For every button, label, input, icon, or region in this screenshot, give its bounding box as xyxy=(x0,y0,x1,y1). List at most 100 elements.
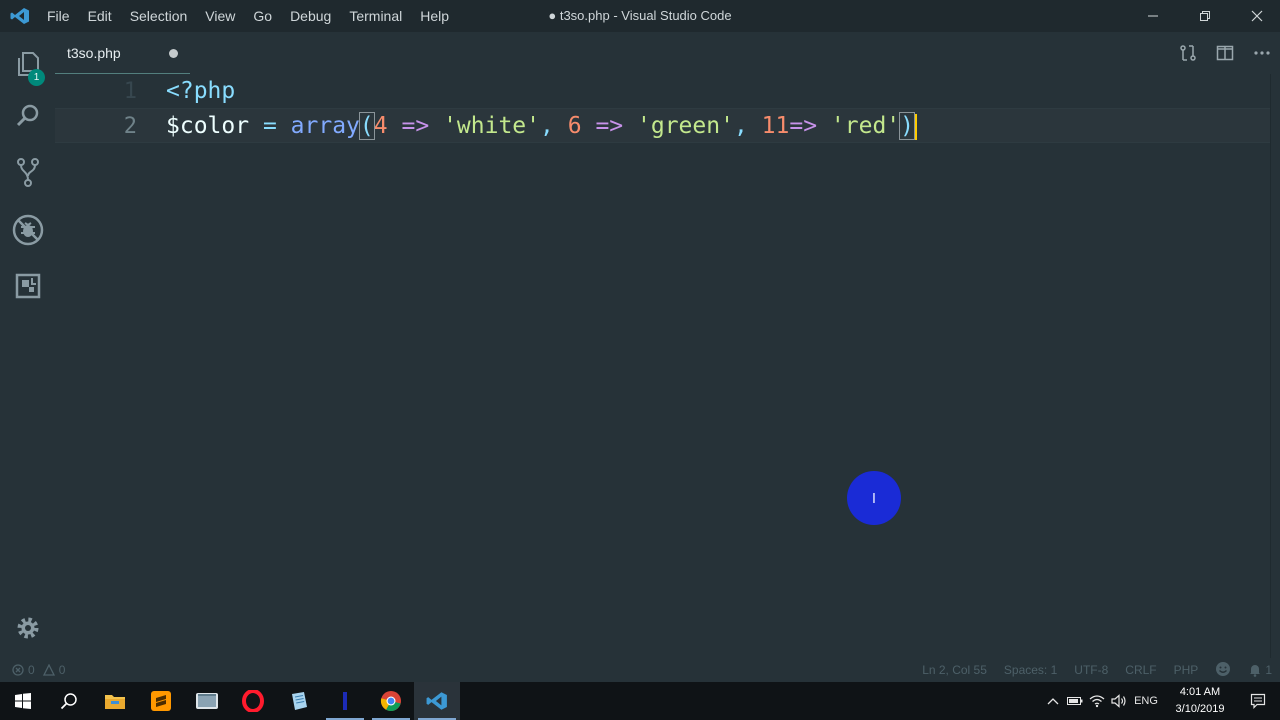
menu-bar: File Edit Selection View Go Debug Termin… xyxy=(38,0,458,32)
token-operator: = xyxy=(262,113,277,139)
encoding[interactable]: UTF-8 xyxy=(1074,663,1108,677)
menu-terminal[interactable]: Terminal xyxy=(340,0,411,32)
tab-bar: t3so.php xyxy=(55,32,1280,74)
editor-scrollbar[interactable] xyxy=(1270,74,1280,658)
explorer-badge: 1 xyxy=(28,69,45,86)
activity-explorer[interactable]: 1 xyxy=(0,38,55,90)
text-caret xyxy=(915,113,918,140)
tab-label: t3so.php xyxy=(67,45,121,61)
close-button[interactable] xyxy=(1231,0,1280,32)
chrome-icon xyxy=(380,691,401,711)
windows-taskbar: ENG 4:01 AM 3/10/2019 xyxy=(0,682,1280,720)
bug-icon xyxy=(12,214,43,246)
menu-go[interactable]: Go xyxy=(244,0,281,32)
search-icon xyxy=(60,693,77,710)
code-text[interactable]: <?php xyxy=(166,74,235,109)
action-center-button[interactable] xyxy=(1240,682,1276,720)
activity-source-control[interactable] xyxy=(0,146,55,198)
problems-indicator[interactable]: 0 0 xyxy=(12,658,65,682)
restore-icon xyxy=(1200,11,1210,21)
line-number: 1 xyxy=(123,79,137,104)
warning-count: 0 xyxy=(58,663,66,677)
error-count: 0 xyxy=(28,663,35,677)
cursor-position[interactable]: Ln 2, Col 55 xyxy=(922,663,987,677)
smiley-icon xyxy=(1216,661,1231,676)
windows-logo-icon xyxy=(15,693,31,709)
menu-help[interactable]: Help xyxy=(411,0,458,32)
token-bracket: ) xyxy=(899,112,916,140)
menu-edit[interactable]: Edit xyxy=(79,0,121,32)
token-punctuation: , xyxy=(540,113,554,139)
menu-selection[interactable]: Selection xyxy=(121,0,197,32)
activity-extensions[interactable] xyxy=(0,260,55,312)
token-function: array xyxy=(290,113,360,139)
token-arrow: => xyxy=(595,113,624,139)
tab-t3so-php[interactable]: t3so.php xyxy=(55,32,190,74)
taskbar-sublime-text[interactable] xyxy=(138,682,184,720)
network-button[interactable] xyxy=(1086,682,1108,720)
token-variable: $color xyxy=(166,113,250,139)
activity-search[interactable] xyxy=(0,90,55,142)
activity-debug[interactable] xyxy=(0,204,55,256)
wifi-icon xyxy=(1089,695,1105,708)
notifications-button[interactable]: 1 xyxy=(1248,663,1272,677)
more-actions-button[interactable] xyxy=(1243,32,1280,74)
app-window-icon xyxy=(196,693,218,709)
speaker-icon xyxy=(1111,694,1126,708)
token-string: 'green' xyxy=(637,113,734,139)
menu-file[interactable]: File xyxy=(38,0,79,32)
search-icon xyxy=(16,104,38,127)
vscode-logo-icon[interactable] xyxy=(10,7,30,25)
minimize-icon xyxy=(1148,15,1158,17)
token-string: 'white' xyxy=(443,113,540,139)
text-cursor-icon: I xyxy=(871,489,877,507)
volume-button[interactable] xyxy=(1108,682,1130,720)
manage-button[interactable] xyxy=(0,602,55,654)
clock[interactable]: 4:01 AM 3/10/2019 xyxy=(1170,684,1230,718)
show-hidden-icons-button[interactable] xyxy=(1042,682,1064,720)
code-line-2[interactable]: 2 $color = array(4 => 'white', 6 => 'gre… xyxy=(55,108,1270,143)
taskbar-search-button[interactable] xyxy=(46,682,92,720)
restore-button[interactable] xyxy=(1179,0,1231,32)
menu-view[interactable]: View xyxy=(196,0,244,32)
code-line-1[interactable]: 1 <?php xyxy=(55,74,1270,109)
battery-button[interactable] xyxy=(1064,682,1086,720)
line-number: 2 xyxy=(123,114,137,139)
ellipsis-icon xyxy=(1253,51,1270,55)
taskbar-vscode[interactable] xyxy=(414,682,460,720)
modified-dot-icon[interactable] xyxy=(169,49,178,58)
end-of-line[interactable]: CRLF xyxy=(1125,663,1156,677)
minimize-button[interactable] xyxy=(1127,0,1179,32)
taskbar-chrome[interactable] xyxy=(368,682,414,720)
editor-actions xyxy=(1169,32,1280,74)
sublime-text-icon xyxy=(151,691,171,711)
taskbar-app-blue[interactable] xyxy=(322,682,368,720)
token-string: 'red' xyxy=(830,113,901,139)
code-editor[interactable]: 1 <?php 2 $color = array(4 => 'white', 6… xyxy=(55,74,1270,658)
input-language[interactable]: ENG xyxy=(1128,682,1164,720)
notification-center-icon xyxy=(1250,693,1266,709)
token-number: 6 xyxy=(567,113,582,139)
taskbar-app-window[interactable] xyxy=(184,682,230,720)
battery-icon xyxy=(1067,697,1083,705)
taskbar-notepad[interactable] xyxy=(276,682,322,720)
start-button[interactable] xyxy=(0,682,46,720)
taskbar-file-explorer[interactable] xyxy=(92,682,138,720)
code-text[interactable]: $color = array(4 => 'white', 6 => 'green… xyxy=(166,109,918,144)
indentation[interactable]: Spaces: 1 xyxy=(1004,663,1057,677)
mouse-cursor-highlight: I xyxy=(847,471,901,525)
activity-bar: 1 xyxy=(0,32,55,658)
clock-time: 4:01 AM xyxy=(1179,686,1221,698)
menu-debug[interactable]: Debug xyxy=(281,0,340,32)
feedback-button[interactable] xyxy=(1215,661,1231,680)
gear-icon xyxy=(17,617,38,639)
open-changes-button[interactable] xyxy=(1169,32,1206,74)
split-editor-icon xyxy=(1216,45,1233,61)
language-mode[interactable]: PHP xyxy=(1174,663,1199,677)
taskbar-opera[interactable] xyxy=(230,682,276,720)
split-editor-button[interactable] xyxy=(1206,32,1243,74)
